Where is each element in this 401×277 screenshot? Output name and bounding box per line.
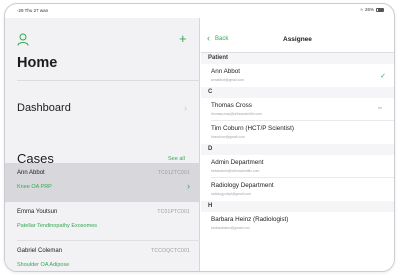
- battery-icon: [376, 7, 384, 12]
- chevron-right-icon: ›: [184, 103, 187, 113]
- case-procedure: Knee OA PRP: [17, 184, 52, 190]
- assignee-name: Barbara Heinz (Radiologist): [211, 216, 289, 223]
- case-patient-name: Ann Abbot: [17, 170, 45, 176]
- assignee-row[interactable]: Tim Coburn (HCT/P Scientist) timcoburn@g…: [201, 121, 394, 144]
- section-header: Patient: [201, 53, 394, 64]
- status-indicators: ≈ 26%: [360, 7, 384, 12]
- section-header: H: [201, 201, 394, 212]
- page-title: Assignee: [283, 36, 312, 43]
- assignee-email: thomascross@orthoscientific.com: [211, 112, 262, 116]
- case-row[interactable]: Gabriel Coleman TCCOQCTC001 Shoulder OA …: [5, 241, 200, 271]
- assignee-row[interactable]: Radiology Department radiology.dept@gmai…: [201, 178, 394, 201]
- assignee-row[interactable]: Admin Department hebandmin@orthoscientif…: [201, 155, 394, 178]
- tablet-frame: -29 Thu 27 wan ≈ 26% + Home Dashboard › …: [4, 3, 395, 272]
- checkmark-icon: ✓: [380, 73, 386, 80]
- section-header: C: [201, 87, 394, 98]
- dashboard-label: Dashboard: [17, 102, 71, 114]
- assignee-email: radiology.dept@gmail.com: [211, 192, 251, 196]
- assignee-row[interactable]: Ann Abbot annabbot@gmail.com ✓: [201, 64, 394, 87]
- assignee-name: Radiology Department: [211, 182, 274, 189]
- case-procedure: Patellar Tendinopathy Exosomes: [17, 223, 98, 229]
- case-patient-name: Gabriel Coleman: [17, 248, 63, 254]
- person-icon[interactable]: [17, 33, 29, 46]
- case-id: TC01PTC001: [157, 209, 190, 215]
- assignee-name: Thomas Cross: [211, 102, 252, 109]
- section-header-label: H: [208, 203, 213, 209]
- dashboard-row[interactable]: Dashboard ›: [5, 102, 200, 118]
- case-row[interactable]: Emma Youtsun TC01PTC001 Patellar Tendino…: [5, 202, 200, 241]
- home-pane: + Home Dashboard › Cases See all Ann Abb…: [5, 18, 200, 271]
- assignee-pane: ‹ Back Assignee Patient Ann Abbot annabb…: [201, 18, 394, 271]
- status-bar: -29 Thu 27 wan ≈ 26%: [5, 4, 394, 18]
- see-all-link[interactable]: See all: [168, 156, 185, 162]
- assignee-name: Admin Department: [211, 159, 264, 166]
- battery-percent: 26%: [364, 7, 374, 12]
- page-title: Home: [17, 55, 58, 71]
- section-header-label: Patient: [208, 55, 229, 61]
- assignee-email: timcoburn@gmail.com: [211, 135, 245, 139]
- assignee-row[interactable]: Barbara Heinz (Radiologist) barbaraheinz…: [201, 212, 394, 235]
- add-case-icon[interactable]: +: [179, 32, 187, 45]
- assignee-name: Ann Abbot: [211, 68, 241, 75]
- assignee-email: annabbot@gmail.com: [211, 78, 245, 82]
- assignee-row[interactable]: Thomas Cross thomascross@orthoscientific…: [201, 98, 394, 121]
- case-procedure: Shoulder OA Adipose: [17, 262, 70, 268]
- assignee-name: Tim Coburn (HCT/P Scientist): [211, 125, 294, 132]
- case-id: TC01ZTC001: [157, 170, 190, 176]
- chevron-left-icon[interactable]: ‹: [207, 34, 210, 43]
- wifi-icon: ≈: [360, 7, 363, 12]
- chevron-right-icon: ›: [187, 181, 190, 191]
- case-row[interactable]: Ann Abbot TC01ZTC001 Knee OA PRP ›: [5, 163, 200, 202]
- case-id: TCCOQCTC001: [151, 248, 190, 254]
- section-header: D: [201, 144, 394, 155]
- assignee-tag: rte: [377, 106, 382, 110]
- section-header-label: D: [208, 146, 213, 152]
- divider: [17, 80, 200, 81]
- back-button[interactable]: Back: [215, 36, 228, 42]
- assignee-email: hebandmin@orthoscientific.com: [211, 169, 260, 173]
- status-time: -29 Thu 27 wan: [17, 8, 49, 13]
- section-header-label: C: [208, 89, 213, 95]
- assignee-email: barbaraheinz@gmail.com: [211, 226, 250, 230]
- case-patient-name: Emma Youtsun: [17, 209, 58, 215]
